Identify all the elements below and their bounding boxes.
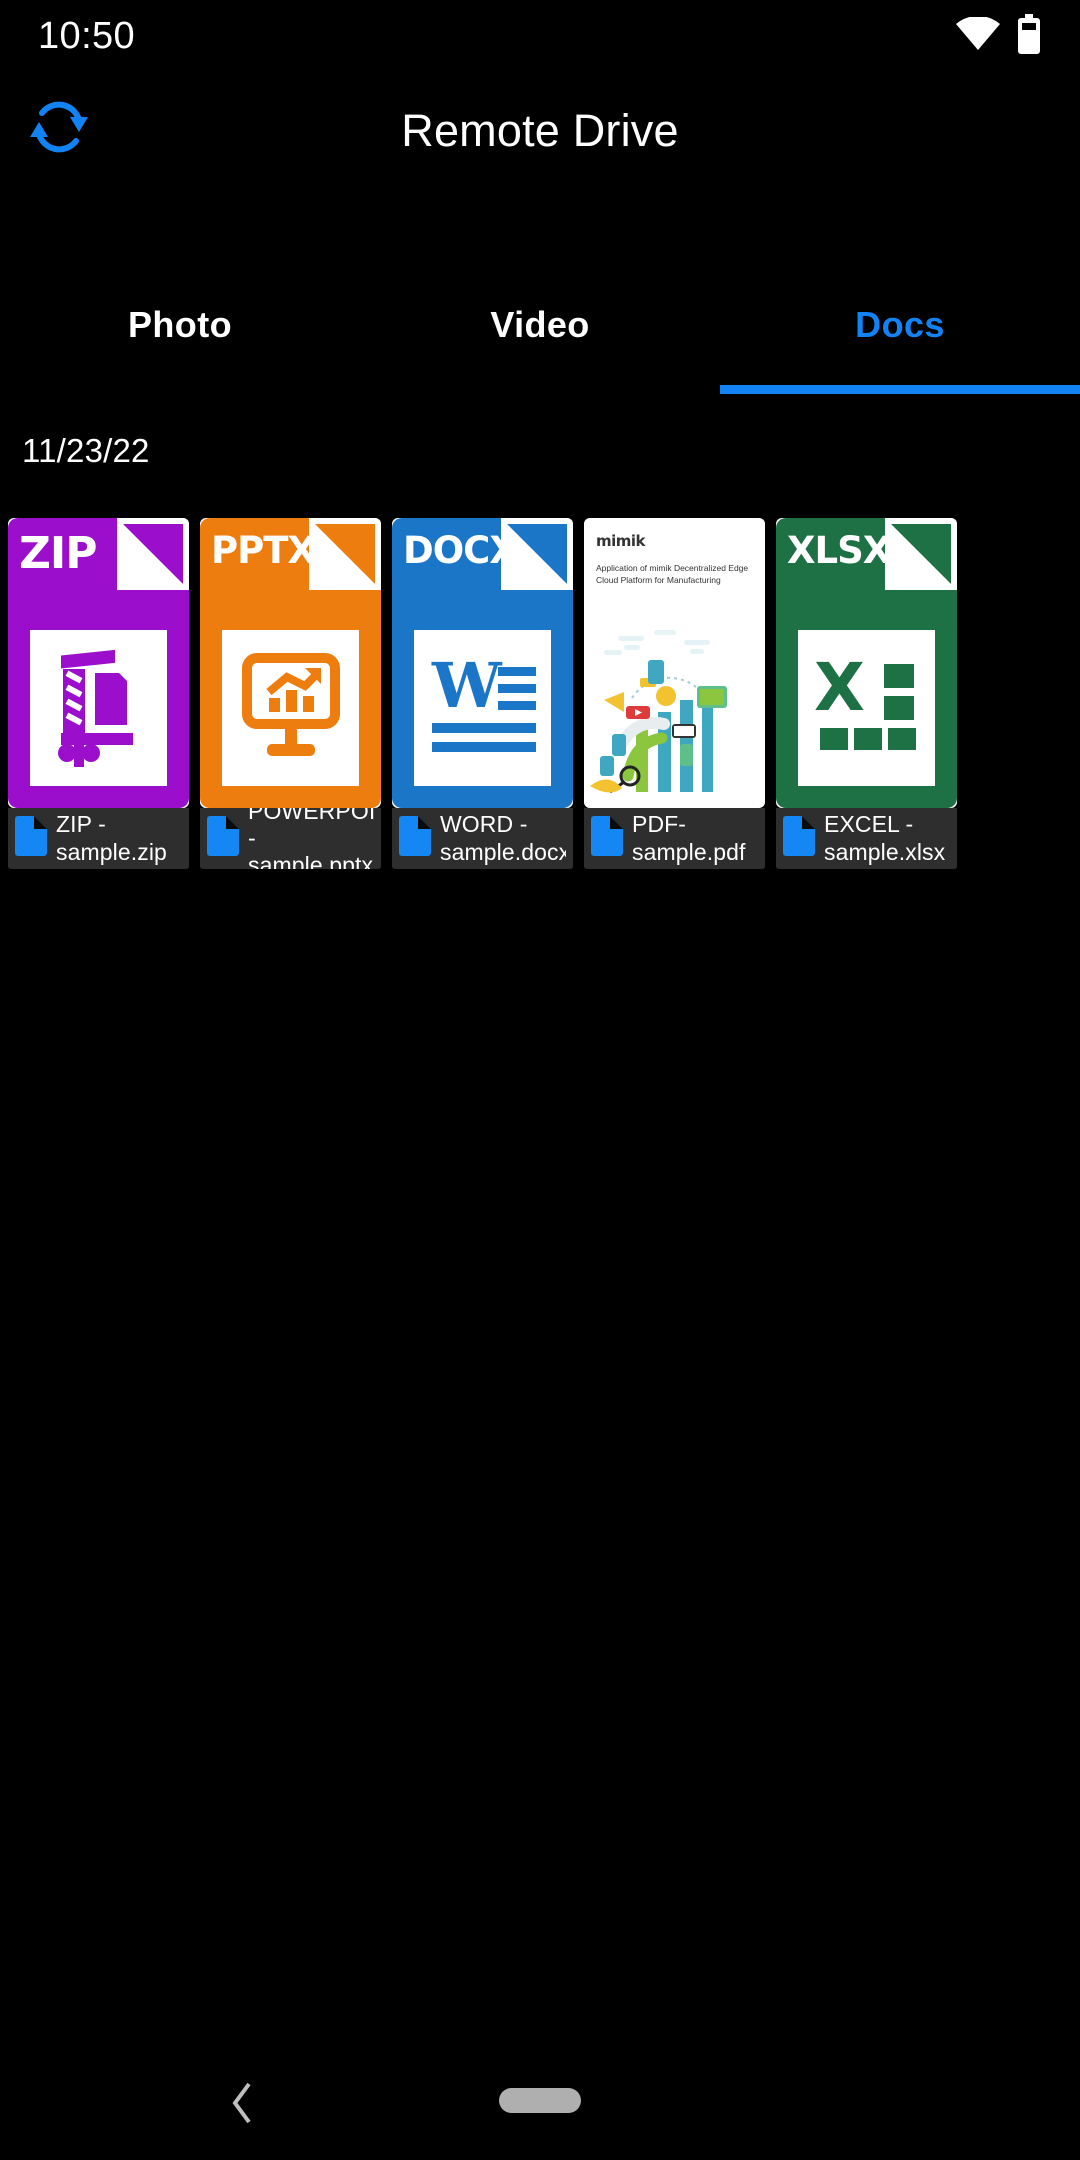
app-bar: Remote Drive [0, 72, 1080, 190]
tab-bar: Photo Video Docs [0, 276, 1080, 394]
tab-docs-label: Docs [855, 304, 945, 345]
svg-text:X: X [814, 652, 865, 726]
pptx-file-tile: PPTX [200, 518, 381, 808]
tab-photo[interactable]: Photo [0, 276, 360, 394]
status-icon-group [956, 13, 1042, 59]
xlsx-extension-label: XLSX [787, 529, 891, 572]
back-chevron-icon [228, 2080, 258, 2131]
file-card-xlsx[interactable]: XLSX X EXCEL - sample.xlsx [776, 518, 957, 869]
tab-video-label: Video [490, 304, 590, 345]
file-thumbnail-zip: ZIP [8, 518, 189, 808]
phone-screen: 10:50 Remote Drive Photo Video Docs 11/2… [0, 0, 1080, 2160]
home-pill-icon[interactable] [499, 2088, 581, 2113]
status-bar: 10:50 [0, 0, 1080, 72]
docx-extension-label: DOCX [403, 529, 518, 572]
xlsx-file-tile: XLSX X [776, 518, 957, 808]
file-card-zip[interactable]: ZIP ZIP - sample.zip [8, 518, 189, 869]
file-card-docx[interactable]: DOCX W WORD - sample.docx [392, 518, 573, 869]
presentation-chart-icon [222, 630, 359, 786]
zip-file-tile: ZIP [8, 518, 189, 808]
system-navigation-bar [0, 2050, 1080, 2160]
blue-document-icon [783, 816, 815, 861]
zip-compress-icon [30, 630, 167, 786]
tab-video[interactable]: Video [360, 276, 720, 394]
file-card-pdf[interactable]: mimik Application of mimik Decentralized… [584, 518, 765, 869]
tab-docs[interactable]: Docs [720, 276, 1080, 394]
file-card-pptx[interactable]: PPTX POWERPOI - sample.pptx [200, 518, 381, 869]
page-fold-corner [885, 518, 957, 590]
file-name-xlsx: EXCEL - sample.xlsx [824, 811, 946, 865]
mimik-logo: mimik [596, 532, 646, 550]
page-fold-corner [117, 518, 189, 590]
file-thumbnail-docx: DOCX W [392, 518, 573, 808]
file-name-zip: ZIP - sample.zip [56, 811, 167, 865]
svg-text:W: W [431, 651, 503, 722]
file-thumbnail-xlsx: XLSX X [776, 518, 957, 808]
file-label-pptx: POWERPOINT - sample.pptx [200, 798, 381, 869]
blue-document-icon [399, 816, 431, 861]
pdf-page-preview: mimik Application of mimik Decentralized… [584, 518, 765, 808]
file-label-docx: WORD - sample.docx [392, 808, 573, 869]
wifi-icon [956, 15, 1000, 55]
file-label-zip: ZIP - sample.zip [8, 808, 189, 869]
file-name-pptx: POWERPOINT - sample.pptx [248, 797, 374, 869]
excel-x-icon: X [798, 630, 935, 786]
file-grid: ZIP ZIP - sample.zip PPTX POWERPOI - sam… [8, 518, 1080, 869]
blue-document-icon [15, 816, 47, 861]
file-name-docx: WORD - sample.docx [440, 811, 566, 865]
tab-active-indicator [720, 385, 1080, 394]
docx-file-tile: DOCX W [392, 518, 573, 808]
page-fold-corner [309, 518, 381, 590]
date-group-header: 11/23/22 [22, 432, 150, 469]
pptx-extension-label: PPTX [211, 529, 316, 572]
zip-extension-label: ZIP [19, 528, 98, 579]
file-label-xlsx: EXCEL - sample.xlsx [776, 808, 957, 869]
page-fold-corner [501, 518, 573, 590]
page-title: Remote Drive [401, 105, 679, 156]
pdf-document-title: Application of mimik Decentralized Edge … [596, 563, 749, 586]
back-button[interactable] [216, 2078, 270, 2132]
blue-document-icon [591, 816, 623, 861]
blue-document-icon [207, 816, 239, 861]
file-label-pdf: PDF-sample.pdf [584, 808, 765, 869]
pdf-cover-illustration [584, 626, 765, 798]
status-clock: 10:50 [38, 14, 136, 57]
file-name-pdf: PDF-sample.pdf [632, 811, 746, 865]
word-w-icon: W [414, 630, 551, 786]
file-thumbnail-pptx: PPTX [200, 518, 381, 808]
battery-icon [1016, 13, 1042, 59]
tab-photo-label: Photo [128, 304, 232, 345]
file-thumbnail-pdf: mimik Application of mimik Decentralized… [584, 518, 765, 808]
